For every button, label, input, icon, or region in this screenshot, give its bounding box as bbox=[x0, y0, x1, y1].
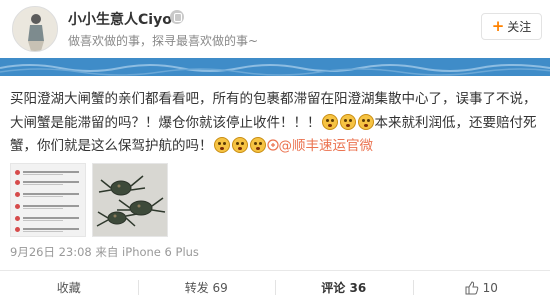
angry-emoji-icon bbox=[231, 137, 248, 153]
thumbs-up-icon bbox=[465, 280, 478, 294]
list-item bbox=[15, 204, 79, 210]
card-banner bbox=[0, 58, 550, 76]
wave-pattern-icon bbox=[0, 64, 550, 76]
list-item bbox=[15, 227, 79, 233]
user-bio: 做喜欢做的事，探寻最喜欢做的事~ bbox=[68, 34, 259, 48]
post-text: 买阳澄湖大闸蟹的亲们都看看吧，所有的包裹都滞留在阳澄湖集散中心了，误事了不说，大… bbox=[10, 88, 542, 159]
repost-label: 转发 69 bbox=[184, 281, 228, 295]
like-button[interactable]: 10 bbox=[412, 271, 550, 304]
link-icon bbox=[266, 139, 279, 151]
angry-emoji-icon bbox=[321, 113, 338, 130]
angry-emoji-icon bbox=[249, 137, 266, 153]
angry-emoji-icon bbox=[357, 113, 374, 130]
action-bar: 收藏 转发 69 评论 36 10 bbox=[0, 271, 550, 304]
plus-icon: + bbox=[491, 17, 505, 35]
angry-emoji-icon bbox=[339, 113, 356, 130]
mention-link[interactable]: @顺丰速运官微 bbox=[266, 138, 374, 154]
list-item bbox=[15, 170, 79, 176]
comment-button[interactable]: 评论 36 bbox=[275, 271, 413, 304]
like-count: 10 bbox=[482, 280, 498, 295]
post-timestamp[interactable]: 9月26日 23:08 bbox=[10, 245, 92, 259]
comment-label: 评论 36 bbox=[321, 281, 367, 295]
favorite-label: 收藏 bbox=[56, 281, 81, 295]
post-image-screenshot[interactable] bbox=[10, 163, 86, 237]
post-meta: 9月26日 23:08 来自 iPhone 6 Plus bbox=[10, 244, 199, 260]
repost-button[interactable]: 转发 69 bbox=[137, 271, 276, 304]
list-item bbox=[15, 180, 79, 186]
avatar-figure-icon bbox=[13, 7, 57, 51]
post-image-crabs[interactable] bbox=[92, 163, 168, 237]
angry-emoji-icon bbox=[213, 137, 230, 153]
list-item bbox=[15, 192, 79, 198]
follow-button-label: 关注 bbox=[507, 20, 532, 34]
verified-badge-icon bbox=[170, 10, 184, 24]
username[interactable]: 小小生意人Ciyo bbox=[68, 9, 172, 29]
list-item bbox=[15, 216, 79, 222]
favorite-button[interactable]: 收藏 bbox=[0, 271, 138, 304]
post-source: 来自 iPhone 6 Plus bbox=[95, 245, 199, 259]
mention-text: @顺丰速运官微 bbox=[278, 138, 374, 154]
follow-button[interactable]: + 关注 bbox=[481, 13, 542, 40]
crab-photo-icon bbox=[93, 164, 167, 236]
post-header: 小小生意人Ciyo 做喜欢做的事，探寻最喜欢做的事~ + 关注 bbox=[0, 0, 550, 58]
avatar[interactable] bbox=[12, 6, 58, 52]
